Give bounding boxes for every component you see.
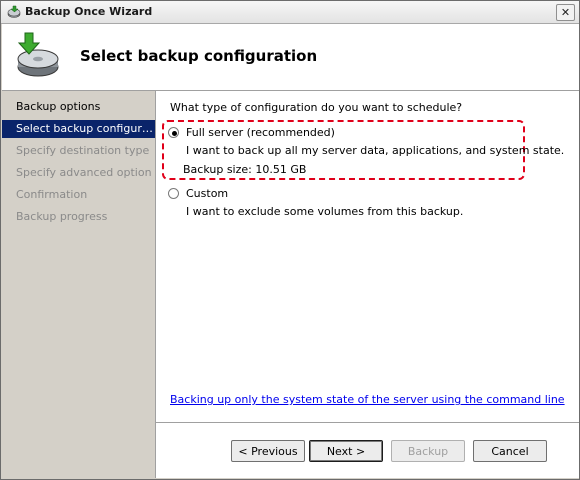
close-button[interactable]: ✕ [556, 4, 575, 21]
sidebar-item-label: Select backup configur… [16, 122, 153, 135]
cancel-button[interactable]: Cancel [473, 440, 547, 462]
full-server-radio[interactable] [168, 127, 179, 138]
backup-button: Backup [391, 440, 465, 462]
sidebar-item-specify-destination-type: Specify destination type [2, 142, 155, 160]
next-button[interactable]: Next > [309, 440, 383, 462]
close-icon: ✕ [560, 6, 571, 19]
system-state-command-line-link[interactable]: Backing up only the system state of the … [170, 393, 565, 406]
backup-size-text: Backup size: 10.51 GB [183, 163, 307, 176]
wizard-window: Backup Once Wizard ✕ Select backup confi… [0, 0, 580, 480]
sidebar-item-label: Specify advanced option [16, 166, 152, 179]
sidebar-item-specify-advanced-option: Specify advanced option [2, 164, 155, 182]
sidebar-item-label: Backup progress [16, 210, 108, 223]
custom-label[interactable]: Custom [186, 187, 228, 200]
page-title: Select backup configuration [80, 47, 318, 65]
full-server-label[interactable]: Full server (recommended) [186, 126, 335, 139]
full-server-description: I want to back up all my server data, ap… [186, 144, 565, 157]
sidebar-item-backup-progress: Backup progress [2, 208, 155, 226]
configuration-question: What type of configuration do you want t… [170, 101, 463, 114]
previous-button[interactable]: < Previous [231, 440, 305, 462]
custom-radio[interactable] [168, 188, 179, 199]
wizard-header: Select backup configuration [2, 24, 579, 91]
custom-description: I want to exclude some volumes from this… [186, 205, 464, 218]
title-bar[interactable]: Backup Once Wizard ✕ [1, 1, 579, 24]
sidebar-item-label: Confirmation [16, 188, 88, 201]
sidebar-item-confirmation: Confirmation [2, 186, 155, 204]
window-title: Backup Once Wizard [25, 5, 153, 18]
backup-disk-icon [17, 32, 59, 77]
sidebar-item-select-backup-configuration[interactable]: Select backup configur… [2, 120, 155, 138]
radio-selected-dot [172, 131, 177, 136]
sidebar-item-label: Specify destination type [16, 144, 150, 157]
footer-divider [156, 422, 579, 423]
backup-app-icon [7, 5, 21, 18]
wizard-content: What type of configuration do you want t… [156, 91, 579, 478]
wizard-steps-sidebar: Backup options Select backup configur… S… [2, 91, 156, 478]
sidebar-heading: Backup options [16, 100, 101, 113]
